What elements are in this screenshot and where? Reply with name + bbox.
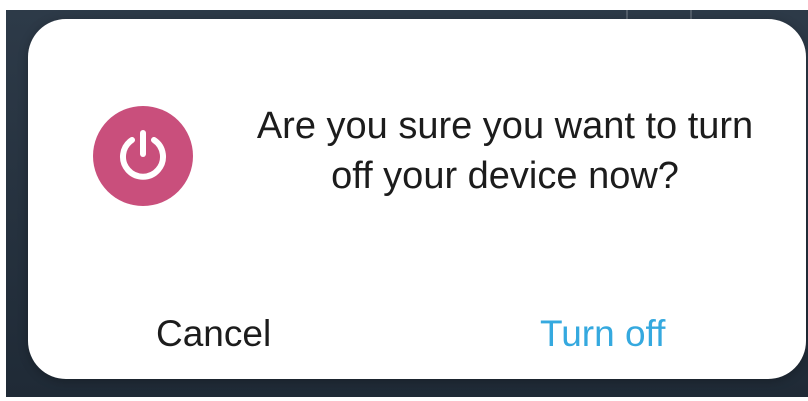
bottom-edge <box>0 397 808 401</box>
power-icon <box>93 106 193 206</box>
turn-off-button[interactable]: Turn off <box>540 304 665 364</box>
cancel-button[interactable]: Cancel <box>156 304 271 364</box>
dialog-message: Are you sure you want to turn off your d… <box>256 105 754 197</box>
power-off-dialog: Are you sure you want to turn off your d… <box>28 19 806 379</box>
power-symbol-icon <box>120 130 166 180</box>
